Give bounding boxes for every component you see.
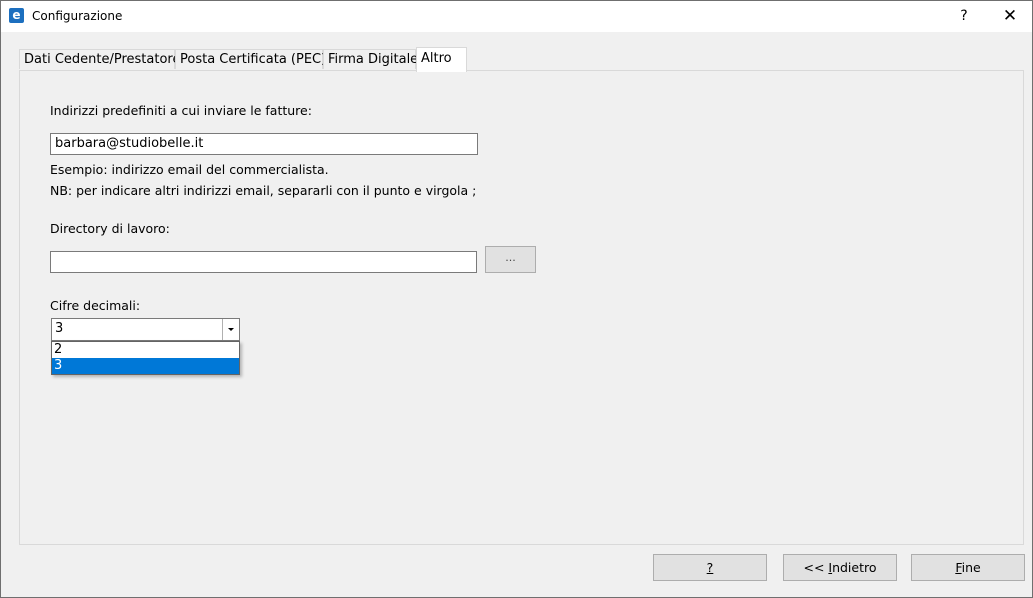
config-window: e Configurazione ? ✕ Dati Cedente/Presta… (0, 0, 1033, 598)
tab-posta-certificata[interactable]: Posta Certificata (PEC) (175, 49, 326, 69)
browse-button[interactable]: ... (485, 246, 536, 273)
finish-button[interactable]: Fine (911, 554, 1025, 581)
title-bar: e Configurazione ? ✕ (1, 1, 1032, 32)
tab-altro[interactable]: Altro (416, 47, 467, 72)
window-title: Configurazione (32, 9, 123, 23)
back-button[interactable]: << Indietro (783, 554, 897, 581)
chevron-down-icon[interactable] (222, 319, 239, 340)
decimals-option-3[interactable]: 3 (52, 358, 239, 374)
emails-input[interactable]: barbara@studiobelle.it (50, 133, 478, 155)
decimals-selected-value: 3 (55, 321, 64, 336)
help-button[interactable]: ? (653, 554, 767, 581)
title-help-button[interactable]: ? (941, 1, 987, 32)
decimals-option-2[interactable]: 2 (52, 342, 239, 358)
decimals-combobox[interactable]: 3 (51, 318, 240, 341)
app-e-icon: e (9, 8, 24, 23)
decimals-dropdown-list: 2 3 (51, 341, 240, 375)
nb-text: NB: per indicare altri indirizzi email, … (50, 183, 477, 198)
workdir-label: Directory di lavoro: (50, 221, 170, 236)
decimals-label: Cifre decimali: (50, 298, 141, 313)
back-button-prefix: << (803, 560, 829, 575)
back-button-rest: ndietro (832, 560, 877, 575)
help-button-label: ? (706, 560, 714, 575)
tab-firma-digitale[interactable]: Firma Digitale (323, 49, 418, 69)
workdir-input[interactable] (50, 251, 477, 273)
emails-label: Indirizzi predefiniti a cui inviare le f… (50, 103, 312, 118)
tab-dati-cedente[interactable]: Dati Cedente/Prestatore (19, 49, 180, 69)
example-text: Esempio: indirizzo email del commerciali… (50, 162, 329, 177)
finish-button-rest: ine (961, 560, 981, 575)
close-icon[interactable]: ✕ (987, 1, 1033, 32)
